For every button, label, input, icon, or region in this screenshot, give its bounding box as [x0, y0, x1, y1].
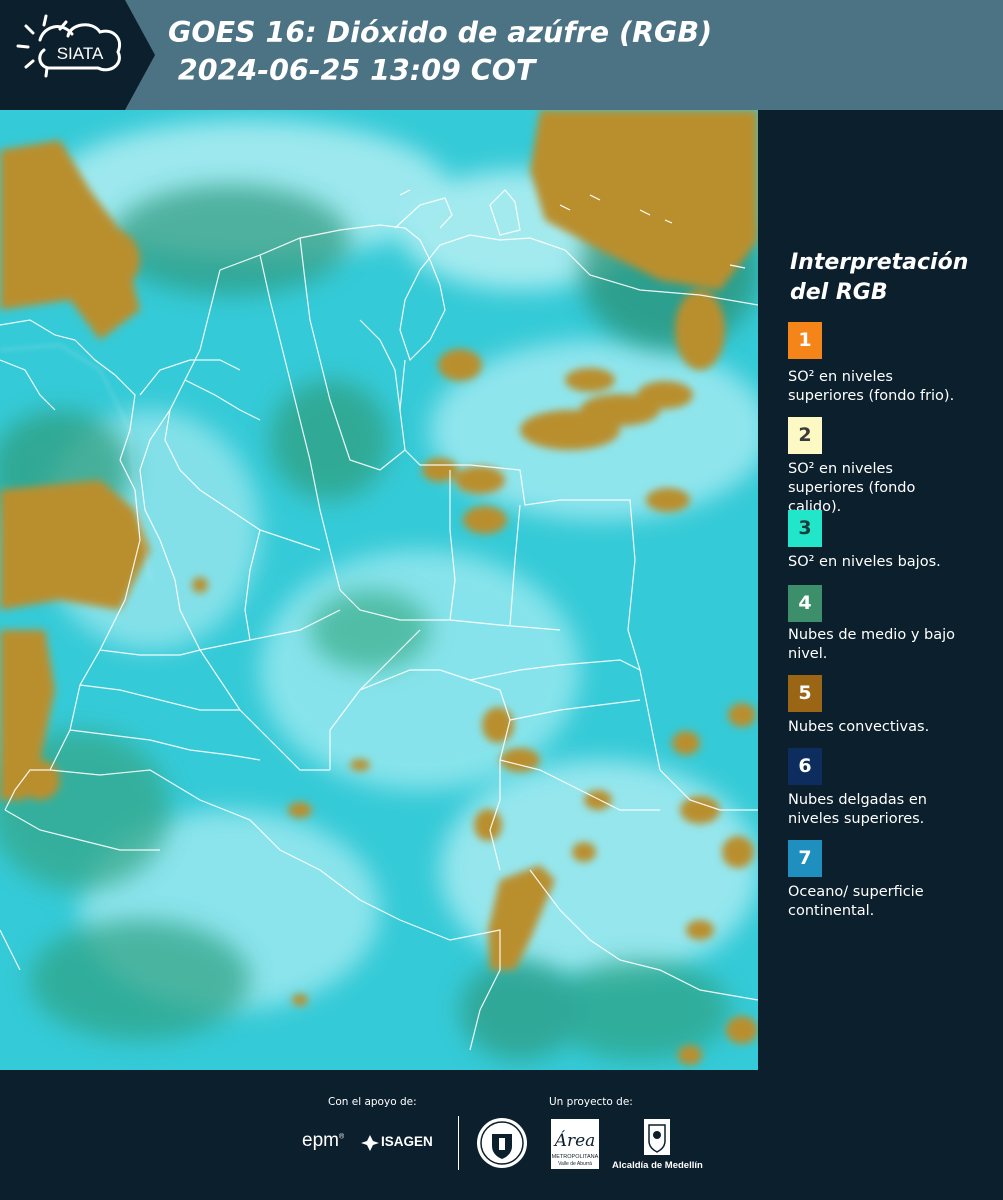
- legend: Interpretación del RGB 1 SO² en niveles …: [760, 110, 1003, 1070]
- isagen-logo-text: ISAGEN: [381, 1134, 433, 1149]
- medellin-seal-icon: [477, 1118, 527, 1168]
- legend-label-2: SO² en niveles superiores (fondo calido)…: [788, 461, 916, 515]
- legend-number-7: 7: [798, 847, 812, 869]
- satellite-image: [0, 110, 758, 1070]
- area-logo-sub: METROPOLITANA: [552, 1154, 599, 1160]
- legend-number-3: 3: [798, 517, 812, 539]
- legend-title: Interpretación del RGB: [790, 250, 969, 305]
- footer-divider: [458, 1116, 459, 1170]
- siata-logo-text: SIATA: [57, 44, 104, 63]
- legend-swatch-1: 1: [788, 322, 822, 359]
- alcaldia-logo-text: Alcaldía de Medellín: [612, 1160, 703, 1171]
- legend-swatch-2: 2: [788, 417, 822, 454]
- legend-swatch-4: 4: [788, 585, 822, 622]
- legend-label-5: Nubes convectivas.: [788, 719, 930, 735]
- epm-logo-text: epm: [302, 1130, 339, 1151]
- legend-number-4: 4: [798, 592, 812, 614]
- legend-swatch-3: 3: [788, 510, 822, 547]
- isagen-icon: [361, 1135, 379, 1151]
- title-line-2: 2024-06-25 13:09 COT: [168, 54, 536, 87]
- legend-swatch-7: 7: [788, 840, 822, 877]
- siata-logo: SIATA: [0, 0, 155, 110]
- legend-label-6: Nubes delgadas en niveles superiores.: [788, 792, 927, 827]
- legend-label-1: SO² en niveles superiores (fondo frio).: [788, 369, 955, 404]
- legend-swatch-6: 6: [788, 748, 822, 785]
- legend-number-6: 6: [798, 755, 812, 777]
- legend-number-1: 1: [798, 329, 812, 351]
- satellite-map: [0, 110, 758, 1070]
- legend-label-3: SO² en niveles bajos.: [788, 554, 941, 570]
- page-title: GOES 16: Dióxido de azúfre (RGB) 2024-06…: [168, 14, 712, 90]
- support-label: Con el apoyo de:: [328, 1096, 417, 1108]
- legend-swatch-5: 5: [788, 675, 822, 712]
- legend-number-2: 2: [798, 424, 812, 446]
- footer: Con el apoyo de: Un proyecto de: epm® IS…: [0, 1070, 1003, 1200]
- alcaldia-shield-icon: [644, 1119, 670, 1155]
- title-line-1: GOES 16: Dióxido de azúfre (RGB): [168, 16, 713, 49]
- area-metropolitana-logo: Área METROPOLITANA Valle de Aburrá: [551, 1119, 599, 1169]
- area-logo-text: Área: [553, 1130, 596, 1151]
- epm-logo: epm®: [302, 1130, 345, 1151]
- legend-label-7: Oceano/ superficie continental.: [788, 884, 924, 919]
- legend-label-4: Nubes de medio y bajo nivel.: [788, 627, 955, 662]
- header: SIATA GOES 16: Dióxido de azúfre (RGB) 2…: [0, 0, 1003, 110]
- legend-number-5: 5: [798, 682, 812, 704]
- area-logo-sub2: Valle de Aburrá: [558, 1161, 592, 1167]
- project-label: Un proyecto de:: [549, 1096, 633, 1108]
